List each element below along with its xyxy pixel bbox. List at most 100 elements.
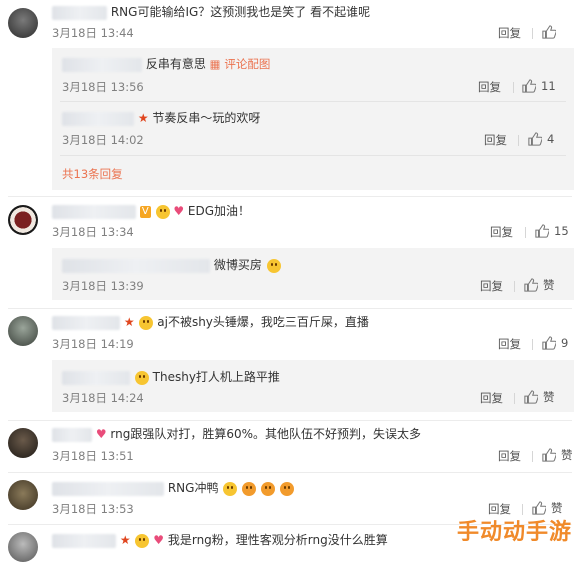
thumbs-up-icon (535, 224, 549, 238)
avatar[interactable] (8, 532, 38, 562)
reply-button[interactable]: 回复 (498, 26, 521, 40)
reply-text: 节奏反串～玩的欢呀 (152, 111, 261, 125)
username[interactable] (52, 204, 136, 219)
comment-text: RNG冲鸭 (167, 481, 219, 495)
divider (525, 227, 526, 238)
image-link[interactable]: 评论配图 (224, 57, 270, 71)
like-button[interactable]: 赞 (524, 278, 555, 292)
heart-icon: ♥ (153, 533, 165, 547)
emoji-icon (155, 204, 170, 219)
reply-button[interactable]: 回复 (480, 279, 503, 293)
comment-header: V ♥ EDG加油！ (52, 203, 250, 219)
more-replies-link[interactable]: 共13条回复 (62, 166, 123, 182)
reply-time: 3月18日 14:02 (62, 133, 144, 147)
like-count: 赞 (561, 448, 573, 462)
like-button[interactable]: 赞 (532, 501, 563, 515)
emoji-icon (223, 481, 238, 496)
thumbs-up-icon (532, 501, 546, 515)
comment-time: 3月18日 13:34 (52, 225, 134, 239)
like-count: 4 (547, 132, 555, 146)
heart-icon: ♥ (173, 204, 185, 218)
like-button[interactable]: 赞 (524, 390, 555, 404)
emoji-icon (139, 315, 154, 330)
reply-time: 3月18日 13:56 (62, 80, 144, 94)
emoji-icon (135, 533, 150, 548)
username[interactable] (62, 111, 134, 126)
divider (513, 82, 514, 93)
like-count: 15 (554, 224, 569, 238)
reply-text: Theshy打人机上路平推 (152, 370, 280, 384)
like-button[interactable]: 9 (542, 336, 568, 350)
divider (532, 451, 533, 462)
star-badge-icon: ★ (137, 111, 149, 125)
username[interactable] (62, 258, 210, 273)
comment-header: RNG冲鸭 (52, 480, 294, 496)
avatar[interactable] (8, 480, 38, 510)
username[interactable] (62, 370, 130, 385)
divider (532, 339, 533, 350)
reply-header: 微博买房 (62, 257, 281, 273)
thumbs-up-icon (542, 336, 556, 350)
comment-time: 3月18日 14:19 (52, 337, 134, 351)
divider (514, 281, 515, 292)
thumbs-up-icon (542, 25, 556, 39)
comment-text: 我是rng粉，理性客观分析rng没什么胜算 (167, 533, 388, 547)
username[interactable] (52, 481, 164, 496)
like-count: 赞 (543, 278, 555, 292)
avatar[interactable] (8, 205, 38, 235)
like-count: 11 (541, 79, 556, 93)
separator (8, 472, 572, 473)
reply-button[interactable]: 回复 (480, 391, 503, 405)
separator (8, 196, 572, 197)
image-icon: ▦ (209, 57, 221, 71)
like-button[interactable] (542, 25, 561, 39)
avatar[interactable] (8, 8, 38, 38)
username[interactable] (52, 533, 116, 548)
username[interactable] (62, 57, 142, 72)
reply-text: 微博买房 (213, 258, 262, 272)
heart-icon: ♥ (95, 427, 107, 441)
reply-button[interactable]: 回复 (478, 80, 501, 94)
divider (518, 135, 519, 146)
thumbs-up-icon (522, 79, 536, 93)
comment-text: EDG加油！ (187, 204, 251, 218)
watermark: 手动动手游 (456, 520, 572, 545)
separator (60, 155, 566, 156)
like-count: 赞 (543, 390, 555, 404)
vip-badge-icon: V (139, 205, 151, 218)
comment-text: rng跟强队对打，胜算60%。其他队伍不好预判，失误太多 (110, 427, 422, 441)
comment-header: RNG可能输给IG？这预测我也是笑了 看不起谁呢 (52, 4, 370, 20)
comment-header: ★ aj不被shy头锤爆，我吃三百斤屎，直播 (52, 314, 369, 330)
reply-text: 反串有意思 (145, 57, 206, 71)
reply-button[interactable]: 回复 (490, 225, 513, 239)
reply-button[interactable]: 回复 (498, 337, 521, 351)
comment-text: RNG可能输给IG？这预测我也是笑了 看不起谁呢 (110, 5, 371, 19)
reply-button[interactable]: 回复 (498, 449, 521, 463)
username[interactable] (52, 5, 107, 20)
comment-header: ★ ♥ 我是rng粉，理性客观分析rng没什么胜算 (52, 532, 388, 548)
emoji-icon (260, 481, 275, 496)
reply-button[interactable]: 回复 (484, 133, 507, 147)
like-button[interactable]: 11 (522, 79, 556, 93)
username[interactable] (52, 427, 92, 442)
comment-text: aj不被shy头锤爆，我吃三百斤屎，直播 (157, 315, 369, 329)
emoji-icon (279, 481, 294, 496)
comment-time: 3月18日 13:53 (52, 502, 134, 516)
reply-header: 反串有意思 ▦ 评论配图 (62, 56, 270, 72)
separator (8, 308, 572, 309)
like-button[interactable]: 15 (535, 224, 569, 238)
username[interactable] (52, 315, 120, 330)
star-badge-icon: ★ (119, 533, 131, 547)
divider (532, 28, 533, 39)
like-button[interactable]: 赞 (542, 448, 573, 462)
like-button[interactable]: 4 (528, 132, 554, 146)
separator (60, 101, 566, 102)
emoji-icon (266, 258, 281, 273)
avatar[interactable] (8, 428, 38, 458)
like-count: 赞 (551, 501, 563, 515)
thumbs-up-icon (528, 132, 542, 146)
avatar[interactable] (8, 316, 38, 346)
comment-header: ♥ rng跟强队对打，胜算60%。其他队伍不好预判，失误太多 (52, 426, 421, 442)
reply-header: Theshy打人机上路平推 (62, 369, 280, 385)
thumbs-up-icon (524, 390, 538, 404)
